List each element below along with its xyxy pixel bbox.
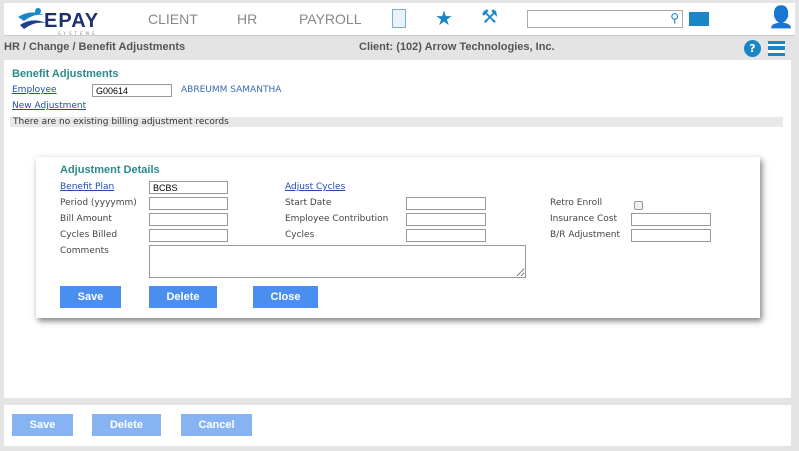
dialog-close-button[interactable]: Close — [253, 286, 318, 308]
nav-payroll[interactable]: PAYROLL — [299, 11, 362, 27]
nav-hr[interactable]: HR — [237, 11, 257, 27]
br-adjustment-label: B/R Adjustment — [550, 230, 620, 240]
period-input[interactable] — [149, 197, 228, 210]
employee-name: ABREUMM SAMANTHA — [181, 85, 281, 95]
no-records-message: There are no existing billing adjustment… — [10, 117, 783, 127]
comments-label: Comments — [60, 246, 109, 256]
employee-contribution-label: Employee Contribution — [285, 214, 388, 224]
comments-textarea[interactable] — [149, 245, 526, 278]
dialog-save-button[interactable]: Save — [60, 286, 121, 308]
user-icon[interactable]: 👤 — [768, 5, 794, 30]
period-label: Period (yyyymm) — [60, 198, 137, 208]
nav-client[interactable]: CLIENT — [148, 11, 198, 27]
br-adjustment-input[interactable] — [631, 229, 711, 242]
new-adjustment-link[interactable]: New Adjustment — [12, 101, 86, 111]
logo-text: EPAY — [44, 10, 99, 33]
document-icon[interactable] — [392, 9, 406, 28]
bill-amount-input[interactable] — [149, 213, 228, 226]
adjust-cycles-link[interactable]: Adjust Cycles — [285, 182, 345, 192]
benefit-plan-link[interactable]: Benefit Plan — [60, 182, 114, 192]
employee-contribution-input[interactable] — [406, 213, 486, 226]
footer-delete-button[interactable]: Delete — [92, 414, 161, 436]
breadcrumb: HR / Change / Benefit Adjustments — [4, 41, 185, 53]
start-date-label: Start Date — [285, 198, 331, 208]
employee-id-input[interactable] — [92, 84, 172, 97]
help-icon[interactable]: ? — [744, 40, 761, 57]
cycles-billed-label: Cycles Billed — [60, 230, 117, 240]
epay-logo[interactable]: EPAY SYSTEMS — [16, 5, 116, 35]
page-title: Benefit Adjustments — [12, 68, 119, 80]
client-name: Client: (102) Arrow Technologies, Inc. — [359, 41, 555, 53]
cycles-billed-input[interactable] — [149, 229, 228, 242]
retro-enroll-label: Retro Enroll — [550, 198, 602, 208]
dialog-title: Adjustment Details — [60, 164, 160, 176]
retro-enroll-checkbox[interactable] — [634, 201, 643, 210]
search-input[interactable]: ⚲ — [527, 10, 683, 28]
insurance-cost-label: Insurance Cost — [550, 214, 617, 224]
logo-subtext: SYSTEMS — [58, 31, 97, 36]
tools-icon[interactable]: ⚒ — [481, 6, 498, 28]
star-icon[interactable]: ★ — [435, 6, 453, 30]
search-icon[interactable]: ⚲ — [670, 11, 679, 25]
mail-icon[interactable] — [689, 12, 709, 26]
footer-save-button[interactable]: Save — [12, 414, 73, 436]
menu-icon[interactable] — [768, 41, 785, 56]
bill-amount-label: Bill Amount — [60, 214, 112, 224]
start-date-input[interactable] — [406, 197, 486, 210]
employee-link[interactable]: Employee — [12, 85, 57, 95]
top-header: EPAY SYSTEMS CLIENT HR PAYROLL ★ ⚒ ⚲ 👤 — [4, 3, 795, 36]
benefit-plan-input[interactable] — [149, 181, 228, 194]
insurance-cost-input[interactable] — [631, 213, 711, 226]
dialog-delete-button[interactable]: Delete — [149, 286, 217, 308]
cycles-input[interactable] — [406, 229, 486, 242]
cycles-label: Cycles — [285, 230, 314, 240]
footer-cancel-button[interactable]: Cancel — [181, 414, 252, 436]
